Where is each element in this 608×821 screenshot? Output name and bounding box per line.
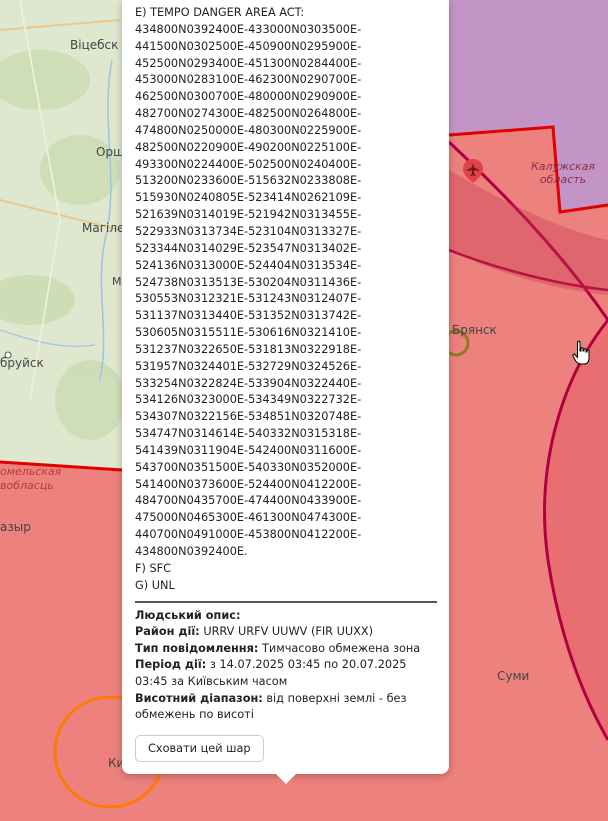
notam-line: 534126N0323000E-534349N0322732E- xyxy=(135,393,362,407)
notam-line: 482500N0220900E-490200N0225100E- xyxy=(135,140,362,154)
popup-divider xyxy=(135,600,437,603)
city-label-mogilev: Магіле xyxy=(82,221,125,235)
notam-line: 531957N0324401E-532729N0324526E- xyxy=(135,359,362,373)
period-label: Період дії: xyxy=(135,658,207,672)
notam-line: 522933N0313734E-523104N0313327E- xyxy=(135,224,362,238)
area-label: Район дії: xyxy=(135,625,200,639)
notam-line: 533254N0322824E-533904N0322440E- xyxy=(135,376,362,390)
notam-line: 440700N0491000E-453800N0412200E- xyxy=(135,528,362,542)
region-label-gomel: омельская вобласць xyxy=(0,465,62,492)
map-letter-m: М xyxy=(112,275,122,288)
human-description-title: Людський опис: xyxy=(135,608,241,622)
notam-line: 543700N0351500E-540330N0352000E- xyxy=(135,460,362,474)
notam-line: 534747N0314614E-540332N0315318E- xyxy=(135,427,362,441)
notam-popup: E) TEMPO DANGER AREA ACT: 434800N0392400E… xyxy=(122,0,449,774)
area-row: Район дії: URRV URFV UUWV (FIR UUXX) xyxy=(135,624,437,641)
notam-line: E) TEMPO DANGER AREA ACT: xyxy=(135,6,305,19)
human-description: Людський опис: Район дії: URRV URFV UUWV… xyxy=(135,608,437,724)
altitude-label: Висотний діапазон: xyxy=(135,691,263,705)
notam-line: 434800N0392400E. xyxy=(135,545,248,558)
notam-line: 462500N0300700E-480000N0290900E- xyxy=(135,90,362,104)
type-value: Тимчасово обмежена зона xyxy=(261,641,421,655)
notam-line: 474800N0250000E-480300N0225900E- xyxy=(135,123,362,137)
notam-line: F) SFC xyxy=(135,561,172,575)
notam-line: 452500N0293400E-451300N0284400E- xyxy=(135,56,362,70)
city-label-vitebsk: Віцебск xyxy=(70,38,119,52)
hide-layer-button[interactable]: Сховати цей шар xyxy=(135,734,264,762)
notam-line: 513200N0233600E-515632N0233808E- xyxy=(135,174,362,188)
notam-line: 531137N0313440E-531352N0313742E- xyxy=(135,309,362,323)
notam-line: G) UNL xyxy=(135,578,175,592)
altitude-row: Висотний діапазон: від поверхні землі - … xyxy=(135,691,437,724)
notam-line: 521639N0314019E-521942N0313455E- xyxy=(135,208,362,222)
notam-line: 453000N0283100E-462300N0290700E- xyxy=(135,73,362,87)
notam-line: 524136N0313000E-524404N0313534E- xyxy=(135,258,362,272)
popup-tip xyxy=(275,773,297,784)
notam-line: 531237N0322650E-531813N0322918E- xyxy=(135,342,362,356)
notam-line: 441500N0302500E-450900N0295900E- xyxy=(135,39,362,53)
notam-line: 484700N0435700E-474400N0433900E- xyxy=(135,494,362,508)
city-label-sumy: Суми xyxy=(497,669,530,683)
notam-line: 524738N0313513E-530204N0311436E- xyxy=(135,275,362,289)
notam-line: 493300N0224400E-502500N0240400E- xyxy=(135,157,362,171)
city-label-orsha: Орш xyxy=(96,145,125,159)
notam-line: 541439N0311904E-542400N0311600E- xyxy=(135,443,362,457)
notam-line: 515930N0240805E-523414N0262109E- xyxy=(135,191,362,205)
type-label: Тип повідомлення: xyxy=(135,641,259,655)
hand-cursor-icon xyxy=(572,340,590,365)
notam-line: 530605N0315511E-530616N0321410E- xyxy=(135,326,362,340)
notam-line: 530553N0312321E-531243N0312407E- xyxy=(135,292,362,306)
city-label-bryansk: Брянск xyxy=(452,323,497,337)
notam-line: 482700N0274300E-482500N0264800E- xyxy=(135,107,362,121)
notam-line: 434800N0392400E-433000N0303500E- xyxy=(135,22,362,36)
region-label-kaluga: Калужская область xyxy=(531,160,596,186)
notam-line: 523344N0314029E-523547N0313402E- xyxy=(135,241,362,255)
notam-text: E) TEMPO DANGER AREA ACT: 434800N0392400E… xyxy=(135,5,437,595)
period-row: Період дії: з 14.07.2025 03:45 по 20.07.… xyxy=(135,657,437,690)
notam-line: 475000N0465300E-461300N0474300E- xyxy=(135,511,362,525)
area-value: URRV URFV UUWV (FIR UUXX) xyxy=(203,625,374,639)
notam-line: 534307N0322156E-534851N0320748E- xyxy=(135,410,362,424)
type-row: Тип повідомлення: Тимчасово обмежена зон… xyxy=(135,641,437,658)
city-label-bobruisk: бруйск xyxy=(0,356,44,370)
notam-line: 541400N0373600E-524400N0412200E- xyxy=(135,477,362,491)
city-label-mazyr: азыр xyxy=(0,520,31,534)
airport-marker-icon[interactable] xyxy=(462,158,484,184)
